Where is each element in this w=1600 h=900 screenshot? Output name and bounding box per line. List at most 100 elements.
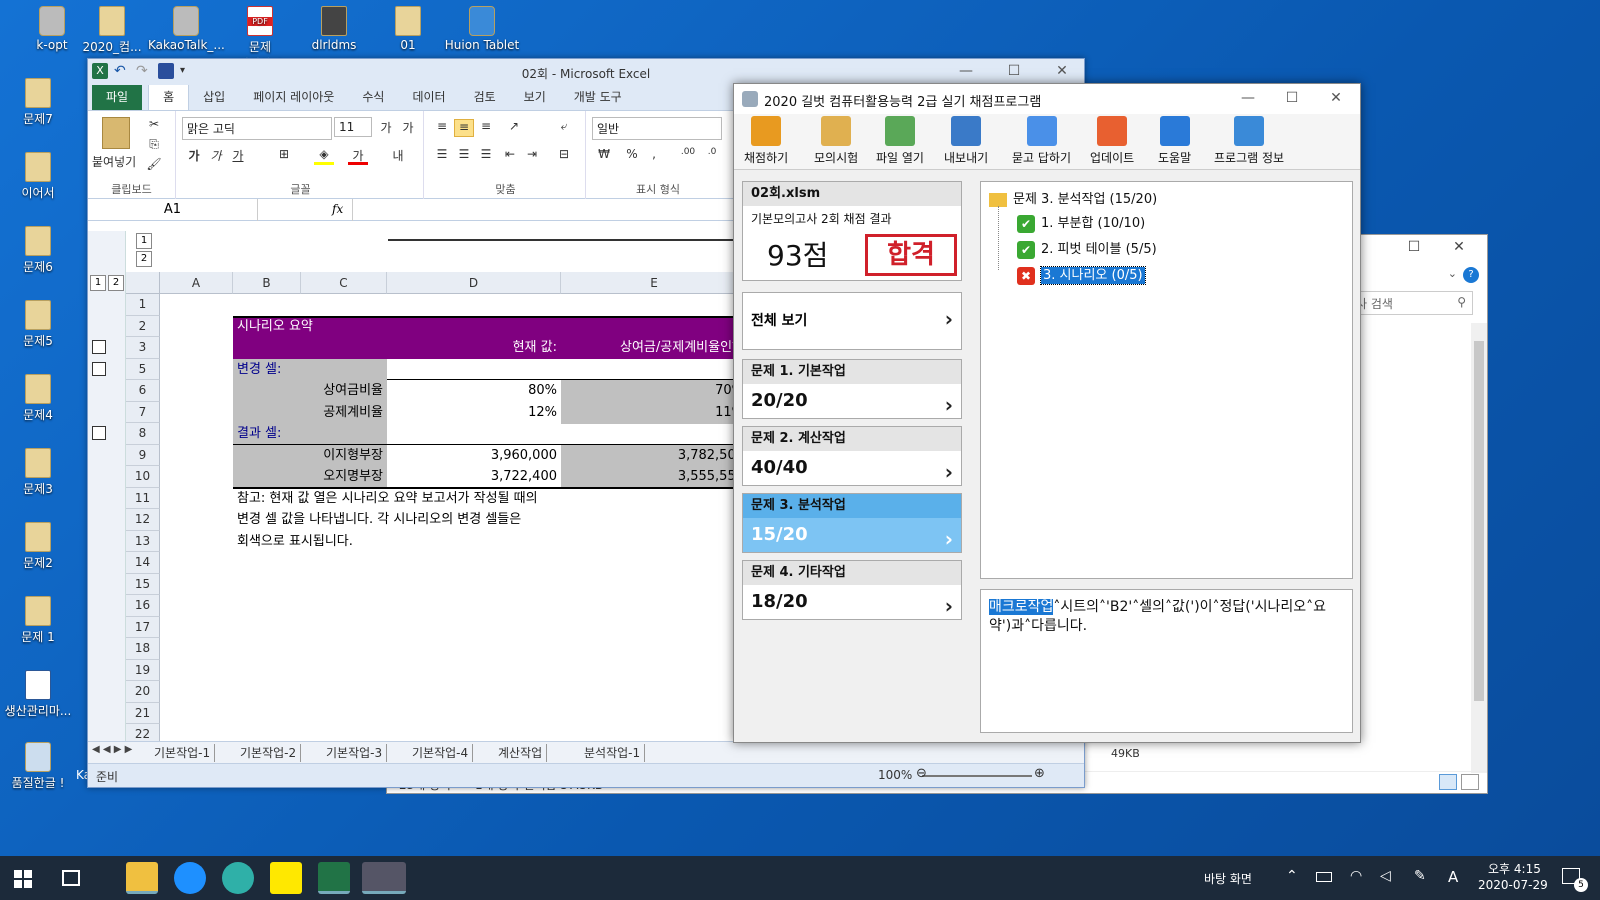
ribbon-tab[interactable]: 보기 [510, 84, 560, 110]
note-text[interactable]: 변경 셀 값을 나타냅니다. 각 시나리오의 변경 셀들은 [233, 509, 525, 531]
tree-item[interactable]: ✔ 1. 부분합 (10/10) [1017, 212, 1145, 233]
align-right-icon[interactable]: ☰ [476, 147, 496, 165]
outline-level-button[interactable]: 2 [136, 251, 152, 267]
current-value-cell[interactable]: 80% [387, 380, 561, 402]
summary-title[interactable]: 시나리오 요약 [233, 316, 317, 338]
scrollbar[interactable] [1471, 323, 1487, 773]
expand-icon[interactable] [92, 340, 106, 354]
row-header[interactable]: 14 [126, 552, 160, 574]
scenario-value-cell[interactable]: 11% [561, 401, 748, 424]
ie-icon[interactable] [174, 862, 206, 894]
grade-button[interactable]: 채점하기 [744, 116, 788, 166]
battery-icon[interactable] [1316, 872, 1332, 882]
row-header[interactable]: 9 [126, 444, 160, 466]
row-header[interactable]: 21 [126, 702, 160, 724]
wifi-icon[interactable]: ◠ [1350, 868, 1362, 884]
maximize-icon[interactable]: ☐ [1394, 239, 1434, 261]
desktop-icon[interactable]: 01 [370, 6, 446, 52]
section-card[interactable]: 문제 1. 기본작업 20/20 › [742, 359, 962, 419]
select-all-corner[interactable] [126, 272, 160, 294]
mock-test-button[interactable]: 모의시험 [814, 116, 858, 166]
export-button[interactable]: 내보내기 [944, 116, 988, 166]
current-value-label[interactable]: 현재 값: [387, 337, 561, 359]
font-size-select[interactable]: 11 [334, 117, 372, 137]
border-icon[interactable]: ⊞ [274, 147, 294, 165]
sheet-tab[interactable]: 기본작업-1 [150, 744, 216, 762]
phonetic-icon[interactable]: 내 [388, 147, 408, 165]
increase-decimal-icon[interactable]: .00 [678, 147, 698, 165]
column-header[interactable]: A [160, 272, 233, 294]
wrap-text-icon[interactable]: ⤶ [554, 119, 574, 137]
zoom-out-icon[interactable]: ⊖ [916, 766, 927, 781]
align-bottom-icon[interactable]: ≡ [476, 119, 496, 137]
program-info-button[interactable]: 프로그램 정보 [1214, 116, 1284, 166]
start-icon[interactable] [14, 870, 32, 888]
percent-icon[interactable]: % [622, 147, 642, 165]
tree-root-label[interactable]: 문제 3. 분석작업 (15/20) [1013, 192, 1157, 207]
ribbon-tab[interactable]: 파일 [92, 84, 143, 110]
maximize-icon[interactable]: ☐ [992, 59, 1036, 85]
desktop-icon[interactable]: 생산관리마... [0, 670, 76, 719]
chevron-down-icon[interactable]: ⌄ [1448, 267, 1457, 280]
desktop-icon[interactable]: 문제6 [0, 226, 76, 275]
desktop-icon[interactable]: Huion Tablet [444, 6, 520, 52]
update-button[interactable]: 업데이트 [1090, 116, 1134, 166]
scenario-row-label[interactable]: 공제계비율 [233, 401, 387, 424]
row-header[interactable]: 5 [126, 358, 160, 380]
outline-level-button[interactable]: 1 [90, 275, 106, 291]
sheet-tab[interactable]: 분석작업-1 [580, 744, 646, 762]
row-header[interactable]: 16 [126, 595, 160, 617]
scenario-value-cell[interactable]: 3,782,500 [561, 444, 748, 467]
desktop-icon[interactable]: 문제3 [0, 448, 76, 497]
tree-item[interactable]: ✖ 3. 시나리오 (0/5) [1017, 264, 1146, 285]
align-left-icon[interactable]: ☰ [432, 147, 452, 165]
row-header[interactable]: 12 [126, 509, 160, 531]
row-header[interactable]: 10 [126, 466, 160, 488]
row-header[interactable]: 19 [126, 659, 160, 681]
close-icon[interactable]: ✕ [1314, 86, 1358, 112]
merge-icon[interactable]: ⊟ [554, 147, 574, 165]
result-cells-label[interactable]: 결과 셀: [233, 423, 387, 445]
note-text[interactable]: 회색으로 표시됩니다. [233, 531, 357, 553]
sheet-tab[interactable]: 기본작업-4 [408, 744, 474, 762]
result-tree[interactable]: 문제 3. 분석작업 (15/20) ✔ 1. 부분합 (10/10) ✔ 2. 피벗… [980, 181, 1353, 579]
edge-icon[interactable] [222, 862, 254, 894]
minimize-icon[interactable]: — [944, 59, 988, 85]
details-view-icon[interactable] [1439, 774, 1457, 790]
zoom-in-icon[interactable]: ⊕ [1034, 766, 1045, 781]
scenario-name[interactable]: 상여금/공제계비율인하 [561, 337, 748, 359]
pen-icon[interactable]: ✎ [1414, 868, 1426, 884]
search-input[interactable]: 사 검색 ⚲ [1349, 291, 1473, 315]
desktop-icon[interactable]: 문제2 [0, 522, 76, 571]
qna-button[interactable]: 묻고 답하기 [1012, 116, 1071, 166]
clock-time[interactable]: 오후 4:15 [1488, 860, 1541, 877]
row-header[interactable]: 18 [126, 638, 160, 660]
note-text[interactable]: 참고: 현재 값 열은 시나리오 요약 보고서가 작성될 때의 [233, 488, 542, 510]
fill-color-icon[interactable]: ◈ [314, 147, 334, 165]
help-button[interactable]: 도움말 [1158, 116, 1191, 166]
scoring-program-window[interactable]: 2020 길벗 컴퓨터활용능력 2급 실기 채점프로그램 — ☐ ✕ 채점하기 모… [733, 83, 1361, 743]
collapse-icon[interactable] [92, 361, 106, 376]
ribbon-tab[interactable]: 데이터 [398, 84, 459, 110]
paste-icon[interactable] [102, 117, 130, 149]
desktop-icon[interactable]: 문제7 [0, 78, 76, 127]
paste-button[interactable]: 붙여넣기 [92, 153, 136, 170]
row-header[interactable]: 8 [126, 423, 160, 445]
desktop-icon[interactable]: 문제 1 [0, 596, 76, 645]
clock-date[interactable]: 2020-07-29 [1478, 878, 1548, 892]
collapse-icon[interactable] [92, 426, 106, 440]
row-header[interactable]: 13 [126, 530, 160, 552]
name-box[interactable]: A1 [88, 199, 258, 221]
close-icon[interactable]: ✕ [1040, 59, 1084, 85]
cut-icon[interactable]: ✂ [144, 117, 164, 135]
row-header[interactable]: 7 [126, 401, 160, 423]
current-value-cell[interactable]: 3,960,000 [387, 445, 561, 467]
file-explorer-icon[interactable] [126, 862, 158, 894]
decrease-decimal-icon[interactable]: .0 [702, 147, 722, 165]
font-name-select[interactable]: 맑은 고딕 [182, 117, 332, 140]
section-card[interactable]: 문제 3. 분석작업 15/20 › [742, 493, 962, 553]
underline-icon[interactable]: 가 [228, 147, 248, 165]
help-icon[interactable]: ? [1463, 267, 1479, 283]
tiles-view-icon[interactable] [1461, 774, 1479, 790]
close-icon[interactable]: ✕ [1439, 239, 1479, 261]
